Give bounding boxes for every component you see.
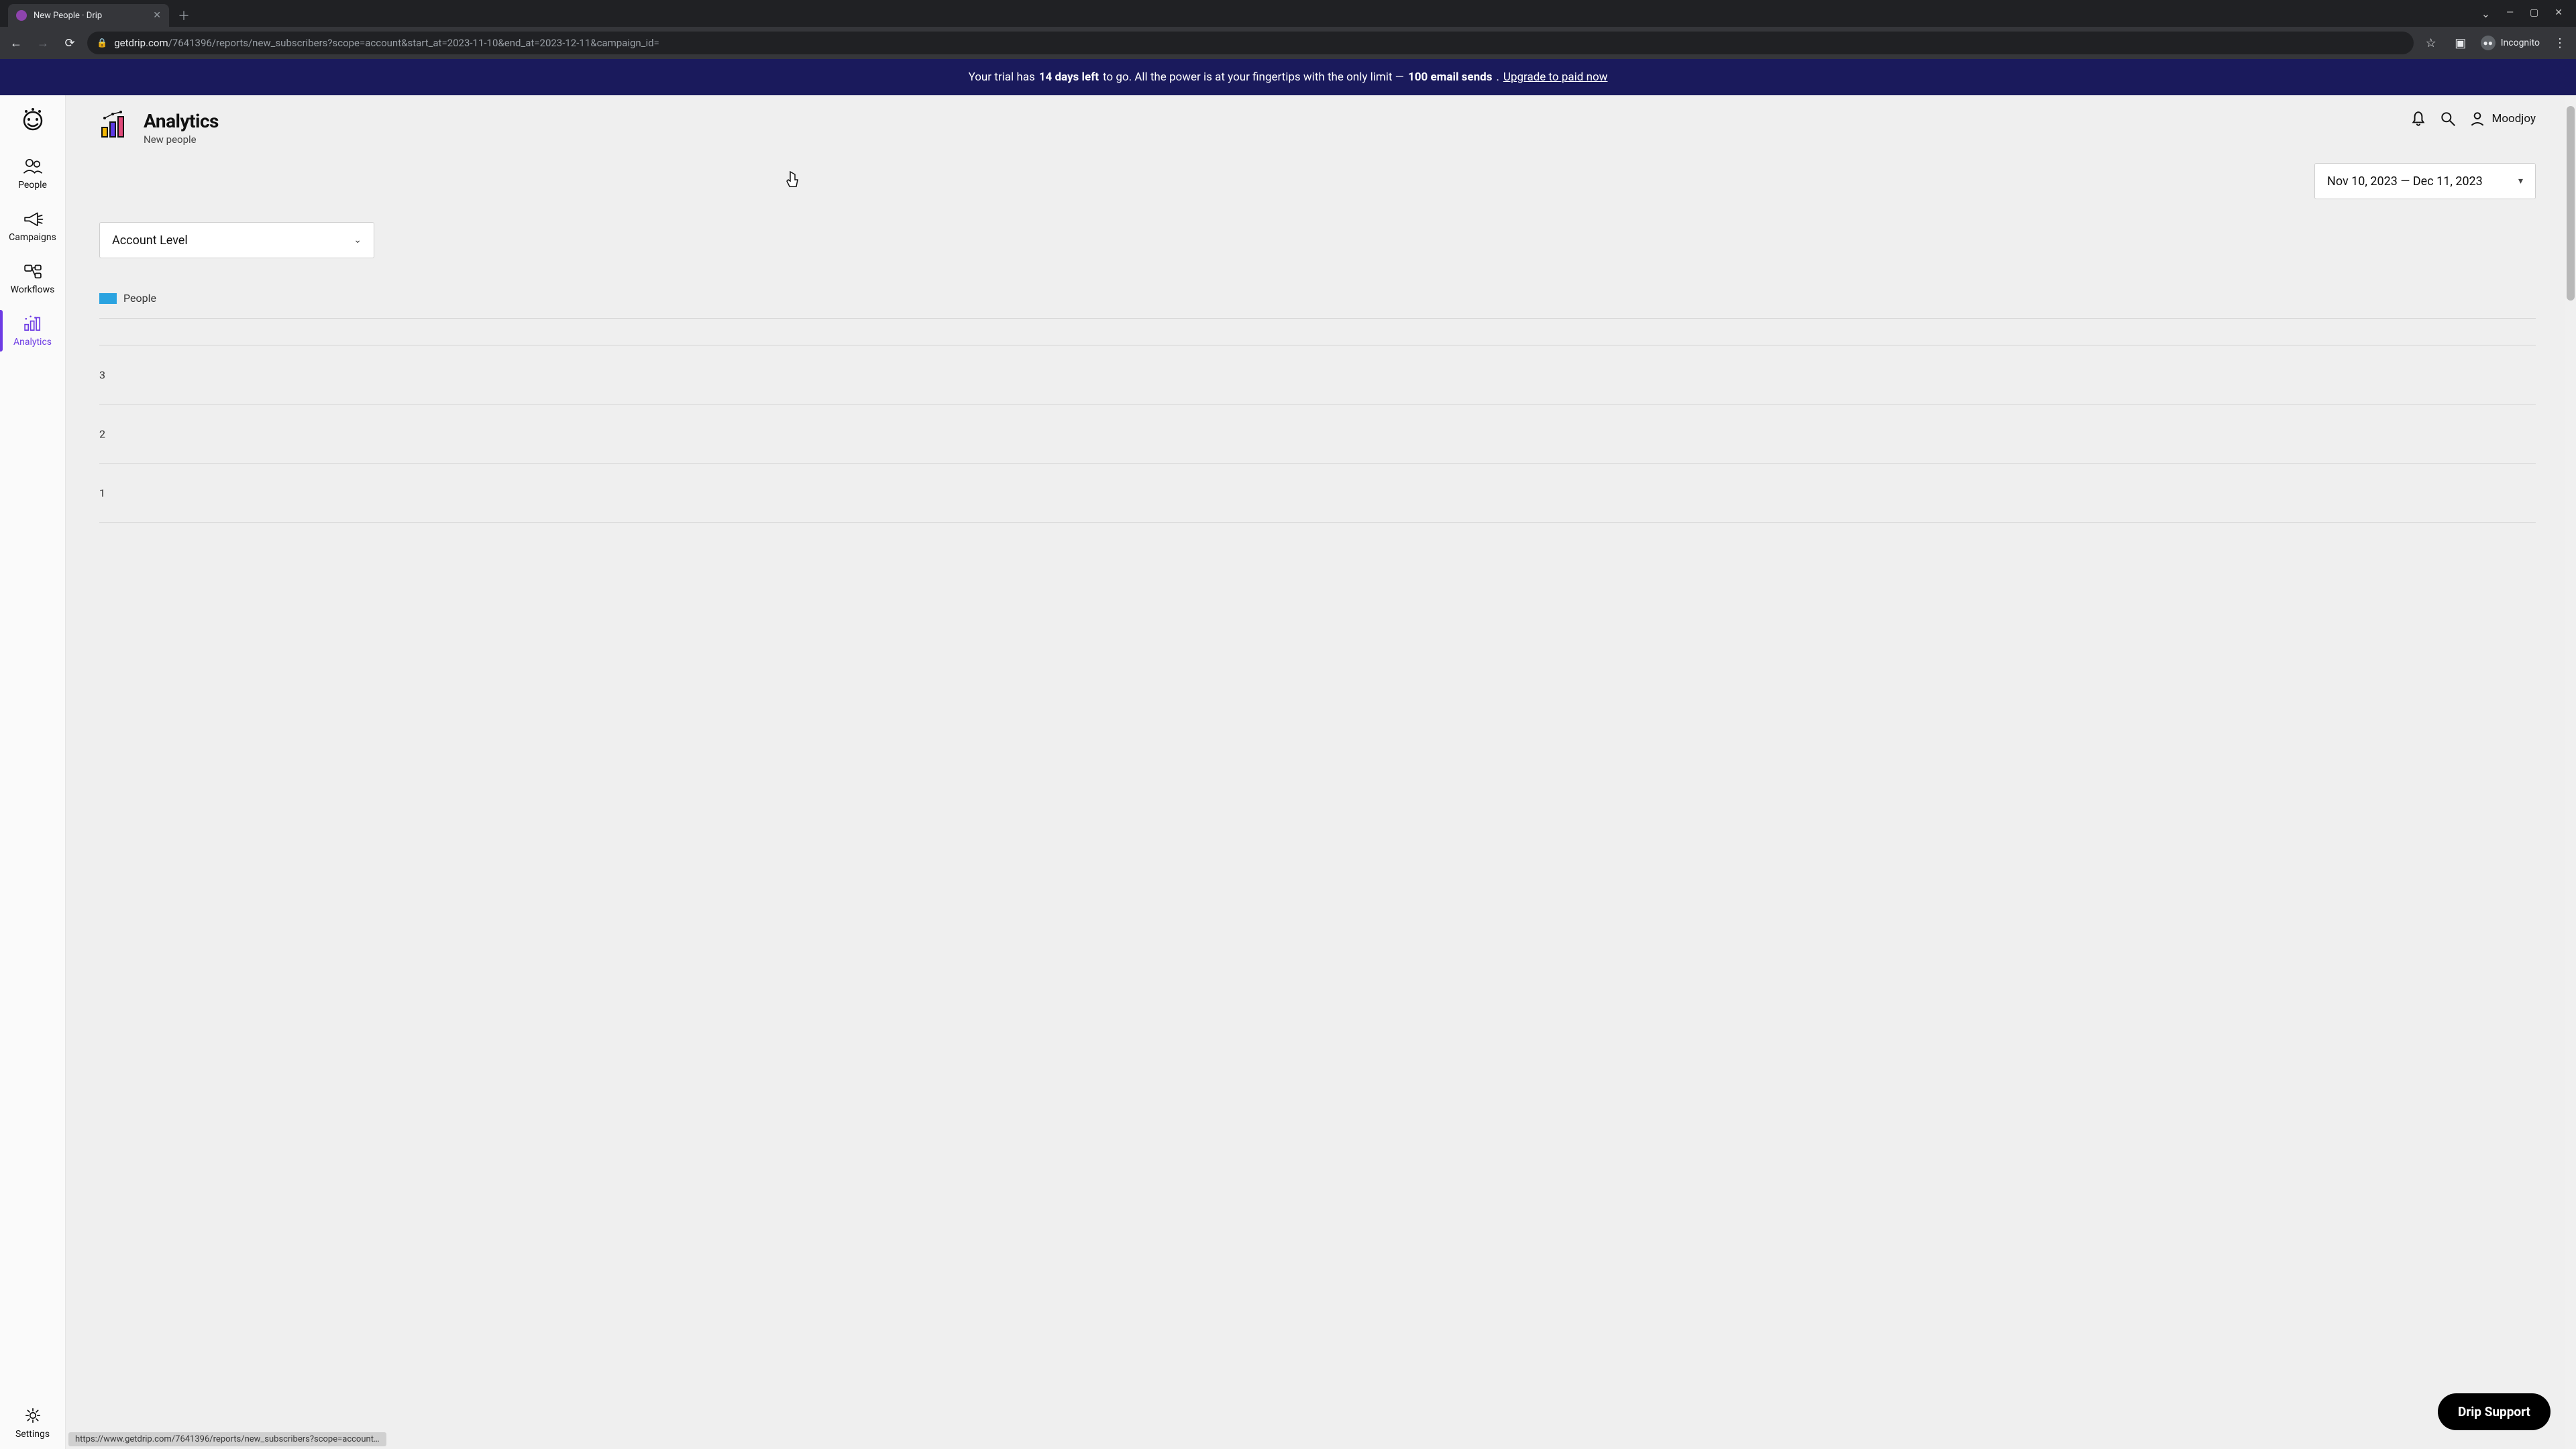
sidebar-item-analytics[interactable]: Analytics bbox=[0, 305, 65, 357]
legend-label: People bbox=[123, 292, 156, 305]
address-bar[interactable]: 🔒 getdrip.com/7641396/reports/new_subscr… bbox=[87, 32, 2414, 54]
gear-icon bbox=[21, 1406, 44, 1425]
support-button[interactable]: Drip Support bbox=[2438, 1393, 2551, 1430]
scope-value: Account Level bbox=[112, 233, 188, 248]
banner-days-left: 14 days left bbox=[1039, 70, 1099, 84]
status-bar-url: https://www.getdrip.com/7641396/reports/… bbox=[68, 1432, 386, 1446]
incognito-icon: ●● bbox=[2481, 36, 2496, 50]
tabs-dropdown-icon[interactable]: ⌄ bbox=[2481, 7, 2490, 20]
user-name: Moodjoy bbox=[2491, 112, 2536, 125]
trial-banner: Your trial has 14 days left to go. All t… bbox=[0, 59, 2576, 95]
banner-text-suffix: . bbox=[1496, 70, 1499, 84]
incognito-label: Incognito bbox=[2501, 38, 2540, 48]
back-button[interactable]: ← bbox=[7, 34, 25, 52]
sidebar-item-label: Workflows bbox=[11, 284, 55, 295]
upgrade-link[interactable]: Upgrade to paid now bbox=[1503, 70, 1608, 84]
close-tab-icon[interactable]: ✕ bbox=[153, 10, 161, 21]
sidebar: People Campaigns Workflows Analytics Set… bbox=[0, 95, 66, 1449]
window-minimize-button[interactable]: — bbox=[2506, 7, 2514, 20]
legend-swatch bbox=[99, 293, 117, 304]
scope-dropdown[interactable]: Account Level ⌄ bbox=[99, 222, 374, 258]
chart: People 3 2 1 bbox=[99, 292, 2536, 543]
bookmark-icon[interactable]: ☆ bbox=[2422, 34, 2440, 52]
tab-title: New People · Drip bbox=[34, 11, 146, 21]
tab-favicon bbox=[16, 10, 27, 21]
chevron-down-icon: ▾ bbox=[2518, 176, 2523, 186]
date-range-value: Nov 10, 2023 — Dec 11, 2023 bbox=[2327, 174, 2483, 189]
page-subtitle: New people bbox=[144, 133, 219, 146]
drip-logo[interactable] bbox=[19, 106, 46, 133]
sidebar-item-label: Campaigns bbox=[9, 232, 56, 243]
megaphone-icon bbox=[21, 209, 44, 228]
incognito-chip[interactable]: ●● Incognito bbox=[2481, 36, 2540, 50]
workflow-icon bbox=[21, 262, 44, 280]
user-icon bbox=[2469, 110, 2486, 127]
analytics-header-icon bbox=[99, 110, 131, 140]
reload-button[interactable]: ⟳ bbox=[60, 34, 79, 52]
forward-button[interactable]: → bbox=[34, 34, 52, 52]
y-tick: 1 bbox=[99, 486, 105, 499]
sidebar-item-label: Analytics bbox=[13, 337, 52, 347]
browser-tab[interactable]: New People · Drip ✕ bbox=[8, 4, 169, 27]
banner-text-prefix: Your trial has bbox=[969, 70, 1035, 84]
bell-icon[interactable] bbox=[2410, 110, 2427, 127]
date-range-dropdown[interactable]: Nov 10, 2023 — Dec 11, 2023 ▾ bbox=[2314, 163, 2536, 199]
window-close-button[interactable]: ✕ bbox=[2555, 7, 2563, 20]
people-icon bbox=[21, 157, 44, 176]
y-tick: 2 bbox=[99, 427, 105, 440]
sidebar-item-people[interactable]: People bbox=[0, 148, 65, 200]
banner-send-limit: 100 email sends bbox=[1408, 70, 1492, 84]
user-menu[interactable]: Moodjoy bbox=[2469, 110, 2536, 127]
chevron-down-icon: ⌄ bbox=[354, 235, 362, 246]
search-icon[interactable] bbox=[2439, 110, 2457, 127]
browser-menu-icon[interactable]: ⋮ bbox=[2551, 34, 2569, 52]
chart-legend: People bbox=[99, 292, 2536, 319]
sidebar-item-label: People bbox=[18, 180, 47, 191]
sidebar-item-settings[interactable]: Settings bbox=[0, 1397, 65, 1449]
chart-grid: 3 2 1 bbox=[99, 319, 2536, 543]
y-tick: 3 bbox=[99, 368, 105, 381]
sidebar-item-label: Settings bbox=[15, 1429, 50, 1440]
url-text: getdrip.com/7641396/reports/new_subscrib… bbox=[114, 37, 659, 49]
page-title: Analytics bbox=[144, 110, 219, 132]
panel-icon[interactable]: ▣ bbox=[2451, 34, 2470, 52]
analytics-icon bbox=[21, 314, 44, 333]
lock-icon: 🔒 bbox=[97, 38, 107, 48]
banner-text-mid: to go. All the power is at your fingerti… bbox=[1103, 70, 1404, 84]
new-tab-button[interactable]: ＋ bbox=[174, 6, 193, 25]
window-maximize-button[interactable]: ▢ bbox=[2530, 7, 2538, 20]
sidebar-item-campaigns[interactable]: Campaigns bbox=[0, 200, 65, 252]
sidebar-item-workflows[interactable]: Workflows bbox=[0, 252, 65, 305]
